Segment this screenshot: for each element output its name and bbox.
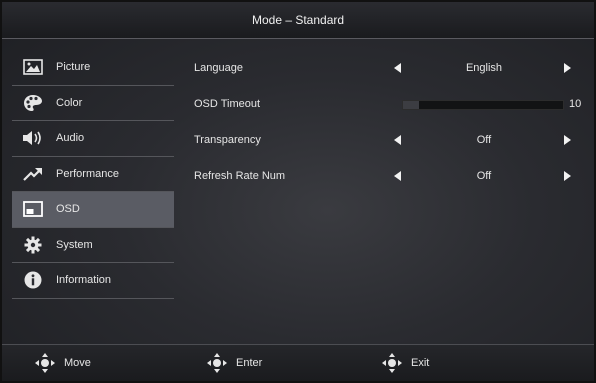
sidebar-item-audio[interactable]: Audio	[12, 121, 174, 157]
transparency-setting[interactable]: Transparency Off	[194, 122, 584, 158]
enter-hint: Enter	[206, 345, 262, 381]
sidebar-item-information[interactable]: Information	[12, 263, 174, 299]
arrow-right-icon[interactable]	[564, 171, 571, 181]
dpad-icon	[207, 353, 227, 373]
refresh-rate-num-value: Off	[476, 170, 492, 182]
osd-timeout-label: OSD Timeout	[194, 98, 261, 110]
sidebar-item-label: Performance	[56, 167, 119, 180]
refresh-rate-num-setting[interactable]: Refresh Rate Num Off	[194, 158, 584, 194]
speaker-icon	[22, 127, 44, 149]
sidebar-item-label: Color	[56, 96, 83, 109]
exit-label: Exit	[411, 357, 430, 369]
dpad-icon	[35, 353, 55, 373]
sidebar-item-picture[interactable]: Picture	[12, 50, 174, 86]
refresh-rate-num-label: Refresh Rate Num	[194, 170, 286, 182]
sidebar-item-performance[interactable]: Performance	[12, 157, 174, 192]
move-label: Move	[64, 357, 91, 369]
info-icon	[22, 269, 44, 291]
picture-icon	[22, 56, 44, 78]
transparency-label: Transparency	[194, 134, 261, 146]
sidebar-item-label: Audio	[56, 132, 85, 145]
osd-timeout-slider-fill	[403, 101, 419, 109]
gear-icon	[22, 234, 44, 256]
arrow-left-icon[interactable]	[394, 171, 401, 181]
sidebar-item-system[interactable]: System	[12, 228, 174, 263]
osd-timeout-slider[interactable]	[402, 100, 564, 110]
control-hints-bar: Move Enter Exit	[2, 344, 594, 381]
sidebar-item-label: OSD	[56, 203, 80, 216]
osd-window-icon	[22, 198, 44, 220]
osd-settings-panel: Language English OSD Timeout 10 Transpar…	[194, 50, 584, 200]
sidebar-item-label: Information	[56, 274, 112, 287]
exit-hint: Exit	[381, 345, 429, 381]
language-setting[interactable]: Language English	[194, 50, 584, 86]
language-value: English	[465, 62, 503, 74]
transparency-value: Off	[476, 134, 492, 146]
arrow-right-icon[interactable]	[564, 135, 571, 145]
osd-timeout-value: 10	[569, 98, 582, 110]
arrow-left-icon[interactable]	[394, 63, 401, 73]
mode-title: Mode – Standard	[251, 13, 345, 27]
sidebar-item-label: System	[56, 238, 93, 251]
sidebar-item-label: Picture	[56, 61, 91, 74]
dpad-icon	[382, 353, 402, 373]
osd-menu: Mode – Standard Picture Color Audio Perf…	[0, 0, 596, 383]
palette-icon	[22, 92, 44, 114]
osd-timeout-setting[interactable]: OSD Timeout 10	[194, 86, 584, 122]
sidebar-item-osd[interactable]: OSD	[12, 192, 174, 228]
mode-title-bar: Mode – Standard	[2, 2, 594, 39]
arrow-left-icon[interactable]	[394, 135, 401, 145]
move-hint: Move	[34, 345, 91, 381]
sidebar: Picture Color Audio Performance OSD Syst…	[12, 50, 174, 300]
sidebar-item-color[interactable]: Color	[12, 86, 174, 121]
language-label: Language	[194, 62, 243, 74]
trend-arrow-icon	[22, 163, 44, 185]
enter-label: Enter	[236, 357, 263, 369]
arrow-right-icon[interactable]	[564, 63, 571, 73]
